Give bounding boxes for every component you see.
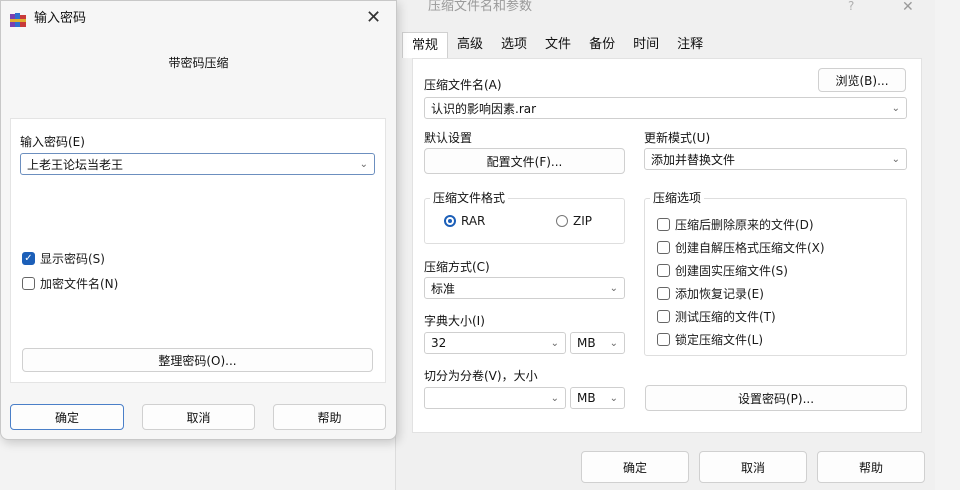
winrar-books-icon [10,13,26,27]
split-unit-combo[interactable]: MB ⌄ [570,387,625,409]
password-label: 输入密码(E) [20,135,85,149]
tab-options[interactable]: 选项 [492,32,536,58]
split-unit-value: MB [577,391,596,405]
option-label: 添加恢复记录(E) [675,287,764,301]
split-volumes-label: 切分为分卷(V)，大小 [424,369,538,383]
dictionary-unit-value: MB [577,336,596,350]
password-dialog-subtitle: 带密码压缩 [168,56,229,70]
chevron-down-icon: ⌄ [550,337,559,349]
chevron-down-icon: ⌄ [359,158,368,170]
chevron-down-icon: ⌄ [609,282,618,294]
encrypt-filenames-checkbox[interactable]: 加密文件名(N) [22,275,118,292]
encrypt-filenames-label: 加密文件名(N) [40,277,119,291]
chevron-down-icon: ⌄ [550,392,559,404]
option-recovery-record[interactable]: 添加恢复记录(E) [657,285,764,302]
method-combo[interactable]: 标准 ⌄ [424,277,625,299]
chevron-down-icon: ⌄ [609,392,618,404]
tab-bar: 常规 高级 选项 文件 备份 时间 注释 [402,32,712,58]
option-label: 压缩后删除原来的文件(D) [675,218,814,232]
checkbox-icon [657,264,670,277]
dictionary-unit-combo[interactable]: MB ⌄ [570,332,625,354]
chevron-down-icon: ⌄ [609,337,618,349]
update-mode-value: 添加并替换文件 [651,152,736,167]
option-label: 创建自解压格式压缩文件(X) [675,241,825,255]
update-mode-combo[interactable]: 添加并替换文件 ⌄ [644,148,907,170]
update-mode-label: 更新模式(U) [644,131,711,145]
method-label: 压缩方式(C) [424,260,490,274]
help-icon[interactable]: ? [848,0,854,12]
set-password-button[interactable]: 设置密码(P)... [645,385,907,411]
chevron-down-icon: ⌄ [891,153,900,165]
archive-name-label: 压缩文件名(A) [424,78,502,92]
checkbox-icon [22,277,35,290]
tab-comment[interactable]: 注释 [668,32,712,58]
format-rar-radio[interactable]: RAR [444,214,485,228]
tab-time[interactable]: 时间 [624,32,668,58]
checkbox-icon [657,218,670,231]
checkbox-icon [657,310,670,323]
checkbox-icon [657,333,670,346]
option-lock-archive[interactable]: 锁定压缩文件(L) [657,331,763,348]
dictionary-size-value: 32 [431,336,447,350]
checkmark-icon: ✓ [22,252,35,265]
tab-advanced[interactable]: 高级 [448,32,492,58]
profiles-button[interactable]: 配置文件(F)... [424,148,625,174]
chevron-down-icon: ⌄ [891,102,900,114]
organize-passwords-button[interactable]: 整理密码(O)... [22,348,373,372]
password-value: 上老王论坛当老王 [27,157,124,172]
option-delete-after[interactable]: 压缩后删除原来的文件(D) [657,216,814,233]
option-label: 测试压缩的文件(T) [675,310,776,324]
archive-format-label: 压缩文件格式 [430,191,509,205]
checkbox-icon [657,241,670,254]
tab-general[interactable]: 常规 [402,32,449,58]
show-password-label: 显示密码(S) [40,252,105,266]
show-password-checkbox[interactable]: ✓ 显示密码(S) [22,250,105,267]
password-help-button[interactable]: 帮助 [273,404,386,430]
option-create-sfx[interactable]: 创建自解压格式压缩文件(X) [657,239,825,256]
archive-ok-button[interactable]: 确定 [581,451,689,483]
password-input[interactable]: 上老王论坛当老王 ⌄ [20,153,375,175]
archive-name-value: 认识的影响因素.rar [431,101,537,116]
format-rar-label: RAR [461,214,486,228]
archive-help-button[interactable]: 帮助 [817,451,925,483]
option-test-files[interactable]: 测试压缩的文件(T) [657,308,776,325]
option-label: 锁定压缩文件(L) [675,333,764,347]
close-icon[interactable]: ✕ [902,0,914,14]
default-settings-label: 默认设置 [424,131,473,145]
radio-unselected-icon [556,215,568,227]
archiving-options-label: 压缩选项 [650,191,705,205]
option-solid-archive[interactable]: 创建固实压缩文件(S) [657,262,788,279]
tab-backup[interactable]: 备份 [580,32,624,58]
password-ok-button[interactable]: 确定 [10,404,124,430]
tab-files[interactable]: 文件 [536,32,580,58]
dictionary-size-label: 字典大小(I) [424,314,485,328]
archive-name-combo[interactable]: 认识的影响因素.rar ⌄ [424,97,907,119]
password-dialog-title: 输入密码 [34,11,87,26]
archive-cancel-button[interactable]: 取消 [699,451,807,483]
dictionary-size-combo[interactable]: 32 ⌄ [424,332,566,354]
browse-button[interactable]: 浏览(B)... [818,68,906,92]
format-zip-radio[interactable]: ZIP [556,214,592,228]
archive-params-title: 压缩文件名和参数 [428,0,533,14]
close-icon[interactable]: ✕ [366,8,381,28]
checkbox-icon [657,287,670,300]
radio-selected-icon [444,215,456,227]
split-size-combo[interactable]: ⌄ [424,387,566,409]
method-value: 标准 [431,281,456,296]
option-label: 创建固实压缩文件(S) [675,264,788,278]
format-zip-label: ZIP [573,214,592,228]
password-cancel-button[interactable]: 取消 [142,404,255,430]
